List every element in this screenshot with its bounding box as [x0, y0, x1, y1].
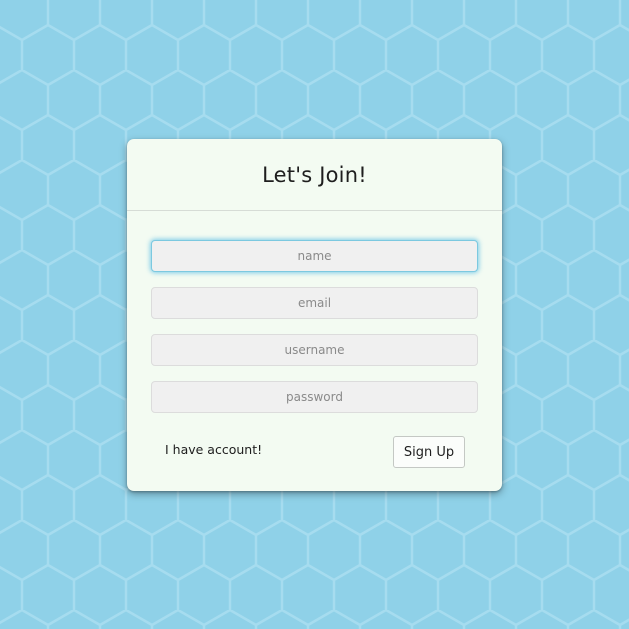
card-header: Let's Join! [127, 139, 502, 211]
signup-card: Let's Join! I have account! Sign Up [127, 139, 502, 491]
username-input[interactable] [151, 334, 478, 366]
sign-up-button[interactable]: Sign Up [393, 436, 465, 468]
have-account-link[interactable]: I have account! [165, 442, 262, 457]
password-input[interactable] [151, 381, 478, 413]
email-input[interactable] [151, 287, 478, 319]
name-input[interactable] [151, 240, 478, 272]
form-title: Let's Join! [262, 162, 367, 187]
